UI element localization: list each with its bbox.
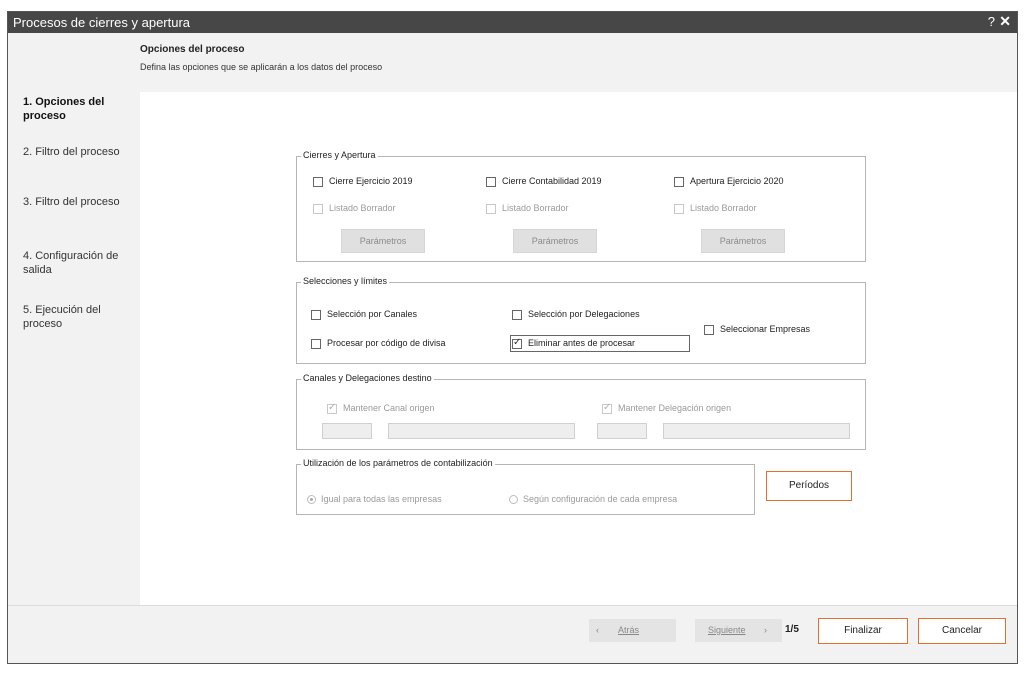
help-icon[interactable]: ? bbox=[988, 14, 995, 29]
listado-borrador-3-checkbox[interactable] bbox=[674, 204, 684, 214]
canales-legend: Canales y Delegaciones destino bbox=[301, 373, 434, 383]
delegacion-code-field[interactable] bbox=[597, 423, 647, 439]
footer-divider bbox=[8, 605, 1017, 606]
listado-borrador-2-checkbox[interactable] bbox=[486, 204, 496, 214]
eliminar-label: Eliminar antes de procesar bbox=[528, 338, 636, 348]
igual-empresas-label: Igual para todas las empresas bbox=[321, 494, 442, 504]
cierre-ejercicio-label: Cierre Ejercicio 2019 bbox=[329, 176, 413, 186]
chevron-right-icon: › bbox=[764, 625, 767, 635]
segun-configuracion-radio[interactable] bbox=[509, 495, 518, 504]
apertura-ejercicio-checkbox[interactable] bbox=[674, 177, 684, 187]
step-configuracion[interactable]: 4. Configuración de salida bbox=[23, 249, 133, 277]
canal-code-field[interactable] bbox=[322, 423, 372, 439]
selecciones-legend: Selecciones y límites bbox=[301, 276, 390, 286]
parametros-button-2[interactable]: Parámetros bbox=[513, 229, 597, 253]
apertura-ejercicio-label: Apertura Ejercicio 2020 bbox=[690, 176, 784, 186]
seleccionar-empresas-checkbox[interactable] bbox=[704, 325, 714, 335]
content-panel: Cierres y Apertura Cierre Ejercicio 2019… bbox=[140, 92, 1017, 605]
close-icon[interactable]: ✕ bbox=[999, 13, 1011, 30]
atras-button[interactable]: ‹ Atrás bbox=[589, 619, 676, 642]
page-indicator: 1/5 bbox=[785, 624, 799, 635]
contabilizacion-legend: Utilización de los parámetros de contabi… bbox=[301, 458, 495, 468]
cierre-ejercicio-checkbox[interactable] bbox=[313, 177, 323, 187]
atras-label: Atrás bbox=[618, 625, 640, 635]
cierres-legend: Cierres y Apertura bbox=[301, 150, 378, 160]
seleccion-delegaciones-label: Selección por Delegaciones bbox=[528, 309, 640, 319]
canal-name-field[interactable] bbox=[388, 423, 575, 439]
step-ejecucion[interactable]: 5. Ejecución del proceso bbox=[23, 303, 133, 331]
segun-configuracion-label: Según configuración de cada empresa bbox=[523, 494, 678, 504]
seleccionar-empresas-label: Seleccionar Empresas bbox=[720, 324, 811, 334]
listado-borrador-1-label: Listado Borrador bbox=[329, 203, 396, 213]
mantener-canal-checkbox[interactable] bbox=[327, 402, 337, 414]
canales-group: Canales y Delegaciones destino Mantener … bbox=[296, 373, 866, 450]
seleccion-canales-label: Selección por Canales bbox=[327, 309, 418, 319]
seleccion-delegaciones-checkbox[interactable] bbox=[512, 310, 522, 320]
listado-borrador-3-label: Listado Borrador bbox=[690, 203, 757, 213]
siguiente-label: Siguiente bbox=[708, 625, 746, 635]
listado-borrador-1-checkbox[interactable] bbox=[313, 204, 323, 214]
seleccion-canales-checkbox[interactable] bbox=[311, 310, 321, 320]
mantener-delegacion-label: Mantener Delegación origen bbox=[618, 403, 732, 413]
process-dialog: Procesos de cierres y apertura ? ✕ Opcio… bbox=[7, 11, 1018, 664]
window-title: Procesos de cierres y apertura bbox=[13, 15, 191, 30]
siguiente-button[interactable]: Siguiente › bbox=[695, 619, 782, 642]
igual-empresas-radio[interactable] bbox=[307, 495, 316, 504]
parametros-button-3[interactable]: Parámetros bbox=[701, 229, 785, 253]
eliminar-checkbox[interactable] bbox=[512, 337, 522, 349]
step-filtro-1[interactable]: 2. Filtro del proceso bbox=[23, 145, 133, 159]
page-subtitle: Defina las opciones que se aplicarán a l… bbox=[140, 62, 383, 72]
finalizar-button[interactable]: Finalizar bbox=[818, 618, 908, 644]
cierre-contabilidad-checkbox[interactable] bbox=[486, 177, 496, 187]
selecciones-group: Selecciones y límites Selección por Cana… bbox=[296, 276, 866, 364]
periodos-button[interactable]: Períodos bbox=[766, 471, 852, 501]
listado-borrador-2-label: Listado Borrador bbox=[502, 203, 569, 213]
parametros-button-1[interactable]: Parámetros bbox=[341, 229, 425, 253]
cancelar-button[interactable]: Cancelar bbox=[918, 618, 1006, 644]
step-filtro-2[interactable]: 3. Filtro del proceso bbox=[23, 195, 133, 209]
mantener-delegacion-checkbox[interactable] bbox=[602, 402, 612, 414]
codigo-divisa-checkbox[interactable] bbox=[311, 339, 321, 349]
codigo-divisa-label: Procesar por código de divisa bbox=[327, 338, 446, 348]
chevron-left-icon: ‹ bbox=[596, 625, 599, 635]
contabilizacion-group: Utilización de los parámetros de contabi… bbox=[296, 458, 755, 515]
title-bar: Procesos de cierres y apertura ? ✕ bbox=[8, 12, 1017, 33]
delegacion-name-field[interactable] bbox=[663, 423, 850, 439]
step-opciones[interactable]: 1. Opciones del proceso bbox=[23, 95, 133, 123]
cierre-contabilidad-label: Cierre Contabilidad 2019 bbox=[502, 176, 602, 186]
mantener-canal-label: Mantener Canal origen bbox=[343, 403, 435, 413]
cierres-group: Cierres y Apertura Cierre Ejercicio 2019… bbox=[296, 150, 866, 262]
page-title: Opciones del proceso bbox=[140, 44, 245, 55]
